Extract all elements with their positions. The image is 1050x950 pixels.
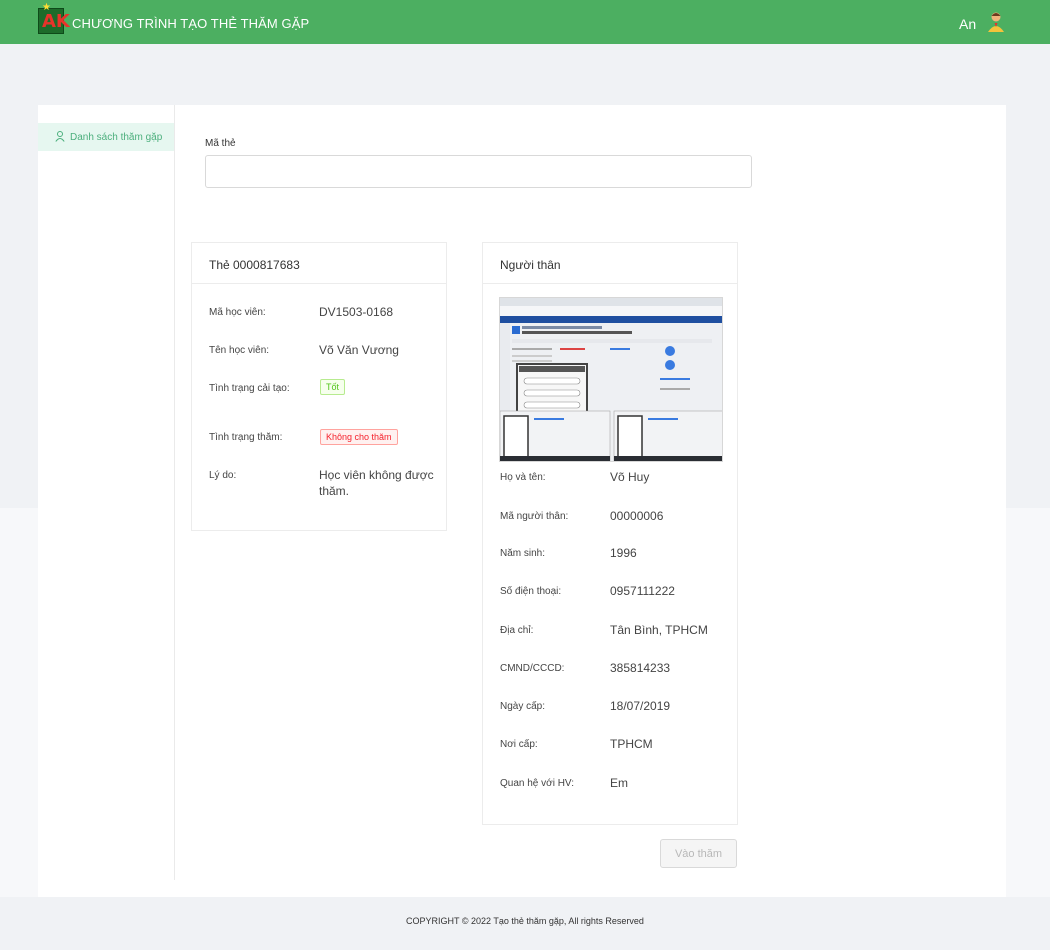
id-card-value: 385814233 <box>610 661 671 675</box>
relative-photo-image <box>500 298 722 461</box>
app-header: ★ AK CHƯƠNG TRÌNH TẠO THẺ THĂM GẶP An <box>0 0 1050 44</box>
card-title: Thẻ 0000817683 <box>192 243 446 284</box>
app-logo[interactable]: ★ AK <box>38 2 70 34</box>
visit-status-badge: Không cho thăm <box>320 429 398 445</box>
footer: COPYRIGHT © 2022 Tạo thẻ thăm gặp, All r… <box>0 897 1050 944</box>
sidebar-item-label: Danh sách thăm gặp <box>70 132 163 143</box>
visit-status-key: Tình trạng thăm: <box>209 432 283 443</box>
student-id-key: Mã học viên: <box>209 307 266 318</box>
sidebar-item-visit-list[interactable]: Danh sách thăm gặp <box>38 123 174 151</box>
student-name-value: Võ Văn Vương <box>319 343 399 357</box>
birth-year-value: 1996 <box>610 546 637 560</box>
student-name-key: Tên học viên: <box>209 345 270 356</box>
issue-date-value: 18/07/2019 <box>610 699 671 713</box>
visitor-card-panel: Thẻ 0000817683 Mã học viên: DV1503-0168 … <box>191 242 447 531</box>
user-name[interactable]: An <box>959 16 976 32</box>
visit-button[interactable]: Vào thăm <box>660 839 737 868</box>
relationship-key: Quan hệ với HV: <box>500 778 574 789</box>
reason-value: Học viên không được thăm. <box>319 468 434 498</box>
reason-key: Lý do: <box>209 470 237 481</box>
issue-place-value: TPHCM <box>610 737 653 751</box>
user-icon <box>55 131 65 142</box>
issue-date-key: Ngày cấp: <box>500 701 546 712</box>
relative-panel: Người thân Họ và tên: Võ Huy Mã người th… <box>482 242 738 825</box>
fullname-key: Họ và tên: <box>500 472 546 483</box>
rehab-status-key: Tình trạng cải tạo: <box>209 383 290 394</box>
relative-id-key: Mã người thân: <box>500 511 569 522</box>
relationship-value: Em <box>610 776 628 790</box>
id-card-key: CMND/CCCD: <box>500 663 565 674</box>
main-content: Danh sách thăm gặp Mã thẻ Thẻ 0000817683… <box>38 105 1006 898</box>
relative-id-value: 00000006 <box>610 509 664 523</box>
sidebar: Danh sách thăm gặp <box>38 105 175 880</box>
avatar[interactable] <box>987 11 1005 33</box>
birth-year-key: Năm sinh: <box>500 548 546 559</box>
card-code-input[interactable] <box>205 155 752 188</box>
address-value: Tân Bình, TPHCM <box>610 623 708 637</box>
fullname-value: Võ Huy <box>610 470 650 484</box>
student-id-value: DV1503-0168 <box>319 305 394 319</box>
relative-photo[interactable] <box>499 297 723 462</box>
phone-key: Số điện thoại: <box>500 586 562 597</box>
rehab-status-badge: Tốt <box>320 379 346 395</box>
phone-value: 0957111222 <box>610 584 675 598</box>
issue-place-key: Nơi cấp: <box>500 739 538 750</box>
address-key: Địa chỉ: <box>500 625 534 636</box>
card-code-label: Mã thẻ <box>205 138 236 149</box>
relative-title: Người thân <box>483 243 737 284</box>
copyright-text: COPYRIGHT © 2022 Tạo thẻ thăm gặp, All r… <box>406 916 644 926</box>
logo-text: AK <box>42 11 70 32</box>
app-title: CHƯƠNG TRÌNH TẠO THẺ THĂM GẶP <box>72 16 310 31</box>
